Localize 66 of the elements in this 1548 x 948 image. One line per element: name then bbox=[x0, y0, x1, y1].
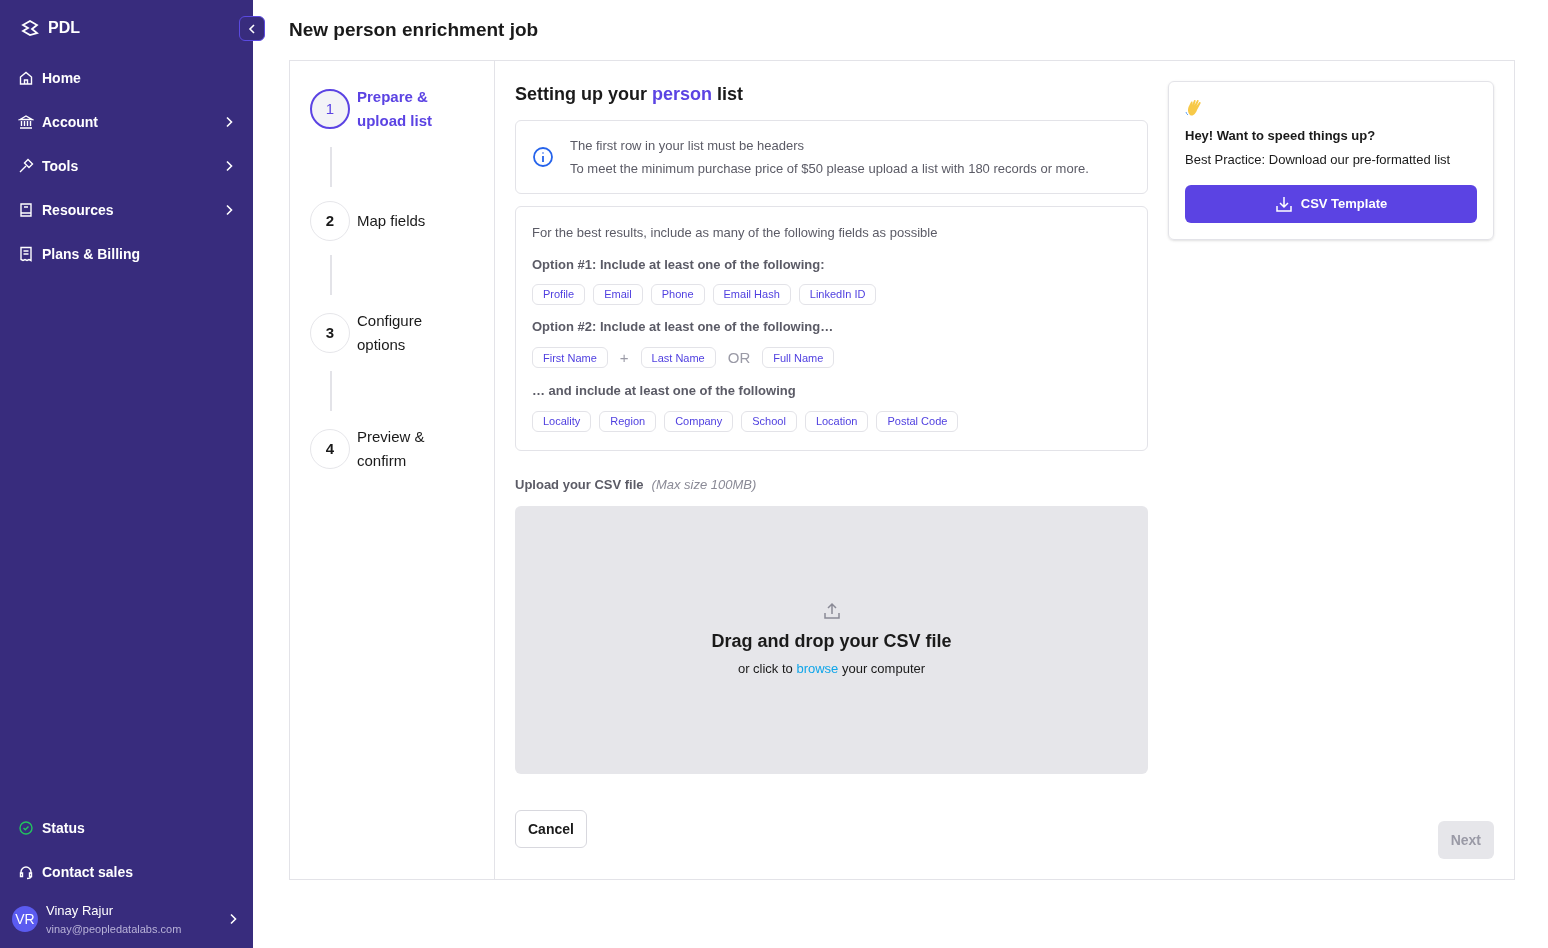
user-name: Vinay Rajur bbox=[46, 902, 114, 920]
info-icon bbox=[532, 146, 554, 168]
step-label[interactable]: Configure options bbox=[357, 309, 445, 357]
nav-item[interactable]: Contact sales bbox=[0, 850, 253, 894]
upload-label: Upload your CSV file bbox=[515, 475, 644, 494]
drop-subtitle: or click to browse your computer bbox=[737, 659, 926, 678]
fields-intro: For the best results, include as many of the following fields as possible bbox=[532, 224, 939, 242]
logo-icon bbox=[20, 19, 40, 37]
step-label[interactable]: Preview & confirm bbox=[357, 425, 445, 473]
collapse-button[interactable] bbox=[239, 16, 265, 41]
nav-item[interactable]: Plans & Billing bbox=[0, 232, 253, 276]
upload-icon bbox=[822, 601, 841, 620]
cancel-button[interactable]: Cancel bbox=[515, 810, 587, 848]
chevron-right-icon bbox=[229, 913, 237, 925]
csv-template-button[interactable]: CSV Template bbox=[1185, 185, 1477, 223]
section-heading: Setting up your person list bbox=[515, 83, 745, 106]
nav-item[interactable]: Account bbox=[0, 100, 253, 144]
field-tag: Last Name bbox=[640, 347, 716, 369]
upload-hint: (Max size 100MB) bbox=[651, 475, 757, 494]
field-tag: School bbox=[741, 410, 797, 432]
option-title: Option #2: Include at least one of the following… bbox=[532, 318, 835, 336]
page-title: New person enrichment job bbox=[289, 17, 540, 42]
field-tag: Locality bbox=[532, 410, 592, 432]
home-icon bbox=[18, 70, 34, 86]
hammer-icon bbox=[18, 158, 34, 174]
receipt-icon bbox=[18, 246, 34, 262]
chevron-right-icon bbox=[225, 160, 233, 172]
avatar: VR bbox=[12, 906, 38, 932]
promo-text: Best Practice: Download our pre-formatted list bbox=[1185, 150, 1452, 169]
notice-text: The first row in your list must be headers bbox=[570, 136, 806, 155]
drop-zone[interactable]: Drag and drop your CSV file or click to browse your computer bbox=[515, 506, 1148, 774]
promo-title: Hey! Want to speed things up? bbox=[1185, 127, 1377, 145]
operator-text: OR bbox=[726, 347, 752, 368]
field-tag: First Name bbox=[532, 347, 608, 369]
nav-item[interactable]: Tools bbox=[0, 144, 253, 188]
nav-item[interactable]: Status bbox=[0, 806, 253, 850]
field-tag: Profile bbox=[532, 284, 586, 305]
operator-text: + bbox=[618, 347, 630, 368]
field-tag: Email Hash bbox=[712, 284, 791, 305]
chevron-left-icon bbox=[248, 23, 256, 34]
field-tag: Location bbox=[804, 410, 869, 432]
option-title: Option #1: Include at least one of the following: bbox=[532, 255, 826, 274]
nav-item[interactable]: Home bbox=[0, 56, 253, 100]
drop-title: Drag and drop your CSV file bbox=[711, 629, 952, 653]
step-label[interactable]: Prepare & upload list bbox=[357, 85, 445, 133]
book-icon bbox=[18, 202, 34, 218]
user-email: vinay@peopledatalabs.com bbox=[46, 921, 183, 937]
bank-icon bbox=[18, 114, 34, 130]
logo-text: PDL bbox=[48, 18, 80, 38]
nav-item[interactable]: Resources bbox=[0, 188, 253, 232]
field-tag: Postal Code bbox=[876, 410, 959, 432]
field-tag: LinkedIn ID bbox=[798, 284, 877, 305]
download-icon bbox=[1274, 195, 1293, 213]
option-title: … and include at least one of the following bbox=[532, 382, 797, 400]
field-tag: Email bbox=[593, 284, 643, 305]
step-number: 1 bbox=[310, 89, 350, 129]
field-tag: Phone bbox=[650, 284, 705, 305]
field-tag: Company bbox=[664, 410, 734, 432]
headset-icon bbox=[18, 864, 34, 880]
field-tag: Full Name bbox=[762, 347, 835, 369]
notice-text: To meet the minimum purchase price of $50 please upload a list with 180 records or more. bbox=[570, 160, 1089, 178]
field-tag: Region bbox=[599, 410, 657, 432]
check-circle-icon bbox=[18, 820, 34, 836]
step-label[interactable]: Map fields bbox=[357, 209, 445, 233]
chevron-right-icon bbox=[225, 204, 233, 216]
chevron-right-icon bbox=[225, 116, 233, 128]
